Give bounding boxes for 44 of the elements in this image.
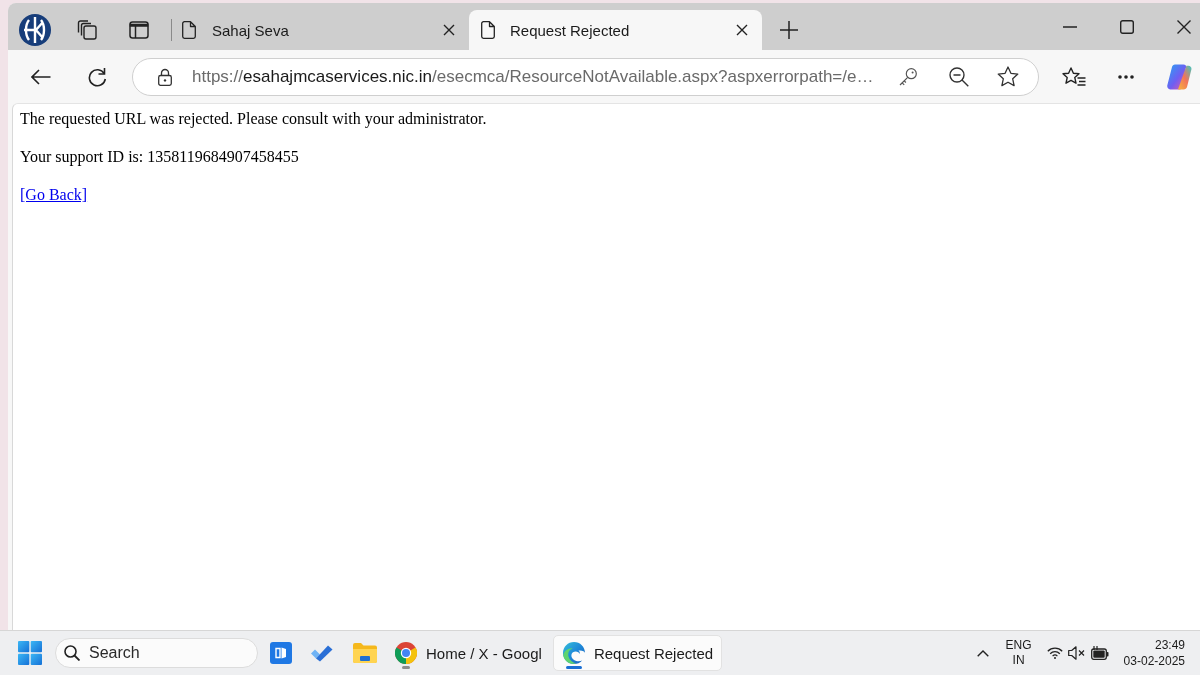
- browser-tab[interactable]: Sahaj Seva: [176, 10, 469, 50]
- panel-icon[interactable]: [129, 21, 149, 39]
- page-icon: [182, 21, 196, 39]
- wifi-icon[interactable]: [1046, 647, 1063, 659]
- key-icon[interactable]: [899, 67, 917, 86]
- taskbar-window-button[interactable]: Request Rejected: [552, 635, 723, 671]
- folder-icon[interactable]: [353, 643, 377, 663]
- favorites-icon[interactable]: [1062, 66, 1086, 87]
- zoom-out-icon[interactable]: [949, 66, 969, 87]
- more-icon[interactable]: [1118, 74, 1134, 79]
- battery-icon[interactable]: [1090, 646, 1109, 660]
- url-text: https://esahajmcaservices.nic.in/esecmca/ResourceNotAvailable.aspx?aspxerrorpath=/e…: [192, 66, 874, 87]
- running-indicator: [565, 666, 582, 669]
- language-indicator[interactable]: ENG IN: [1005, 638, 1032, 668]
- close-icon[interactable]: [736, 24, 748, 36]
- square-app-icon[interactable]: [270, 642, 292, 664]
- page-icon: [481, 21, 495, 39]
- error-message: The requested URL was rejected. Please consult with your administrator.: [20, 109, 487, 129]
- back-icon[interactable]: [31, 68, 51, 85]
- search-icon: [64, 645, 80, 661]
- running-indicator: [402, 666, 410, 669]
- refresh-icon[interactable]: [87, 66, 107, 87]
- address-bar[interactable]: https://esahajmcaservices.nic.in/esecmca/ResourceNotAvailable.aspx?aspxerrorpath=/e…: [132, 57, 1039, 96]
- logo-icon[interactable]: [19, 14, 51, 46]
- close-icon[interactable]: [443, 24, 455, 36]
- ribbon-icon[interactable]: [1166, 63, 1192, 90]
- plus-icon[interactable]: [780, 21, 798, 39]
- taskbar-window-button[interactable]: Home / X - Googl: [385, 635, 551, 671]
- stacked-squares-icon[interactable]: [77, 20, 97, 40]
- close-icon[interactable]: [1177, 20, 1191, 34]
- lock-icon[interactable]: [158, 67, 172, 86]
- muted-speaker-icon[interactable]: [1067, 646, 1086, 660]
- star-icon[interactable]: [997, 66, 1019, 87]
- grid-icon[interactable]: [18, 641, 42, 665]
- chevron-up-icon[interactable]: [976, 649, 989, 657]
- maximize-icon[interactable]: [1120, 20, 1134, 34]
- check-icon[interactable]: [310, 644, 334, 662]
- browser-tab[interactable]: Request Rejected: [469, 10, 762, 50]
- go-back-link[interactable]: [Go Back]: [20, 186, 88, 203]
- search-box[interactable]: Search: [55, 638, 258, 668]
- wave-logo-icon: [562, 642, 585, 664]
- clock-button[interactable]: 23:49 03-02-2025: [1123, 637, 1200, 669]
- support-id-text: Your support ID is: 1358119684907458455: [20, 147, 299, 167]
- ring-logo-icon: [395, 642, 417, 664]
